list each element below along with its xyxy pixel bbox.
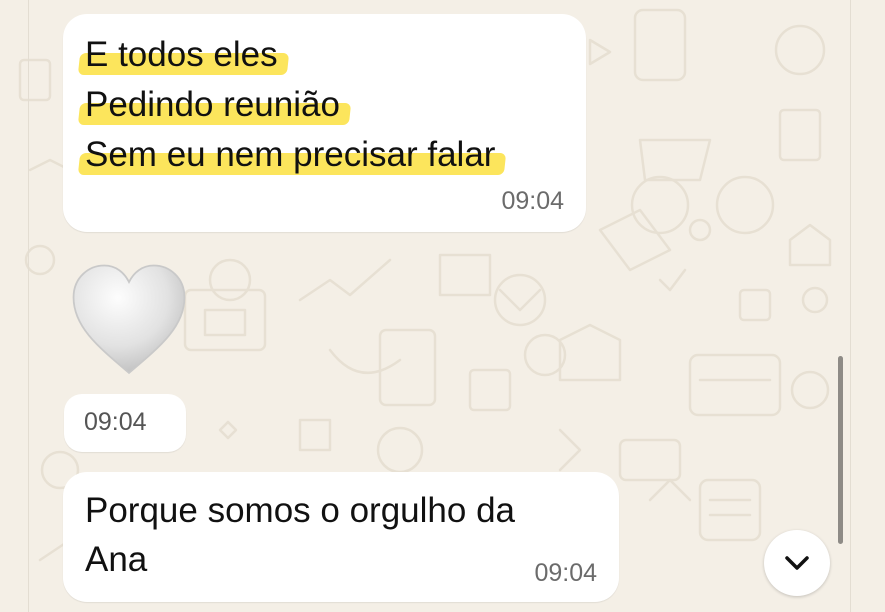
chat-left-edge	[28, 0, 29, 612]
message-timestamp: 09:04	[84, 408, 147, 436]
message-line: Ana	[85, 540, 148, 579]
message-line: Pedindo reunião	[77, 85, 352, 125]
message-timestamp: 09:04	[534, 559, 597, 587]
message-line: E todos eles	[77, 35, 289, 75]
message-timestamp: 09:04	[501, 187, 564, 215]
message-line: Porque somos o orgulho da	[85, 491, 515, 530]
white-heart-emoji[interactable]	[70, 262, 188, 380]
message-bubble-1[interactable]: E todos eles Pedindo reunião Sem eu nem …	[63, 14, 586, 232]
chevron-down-icon	[785, 556, 809, 570]
scrollbar[interactable]	[838, 356, 843, 544]
emoji-time-pill: 09:04	[64, 394, 186, 452]
message-line: Sem eu nem precisar falar	[77, 135, 507, 175]
scroll-to-bottom-button[interactable]	[764, 530, 830, 596]
chat-right-edge	[850, 0, 851, 612]
message-bubble-3[interactable]: Porque somos o orgulho da Ana 09:04	[63, 472, 619, 602]
